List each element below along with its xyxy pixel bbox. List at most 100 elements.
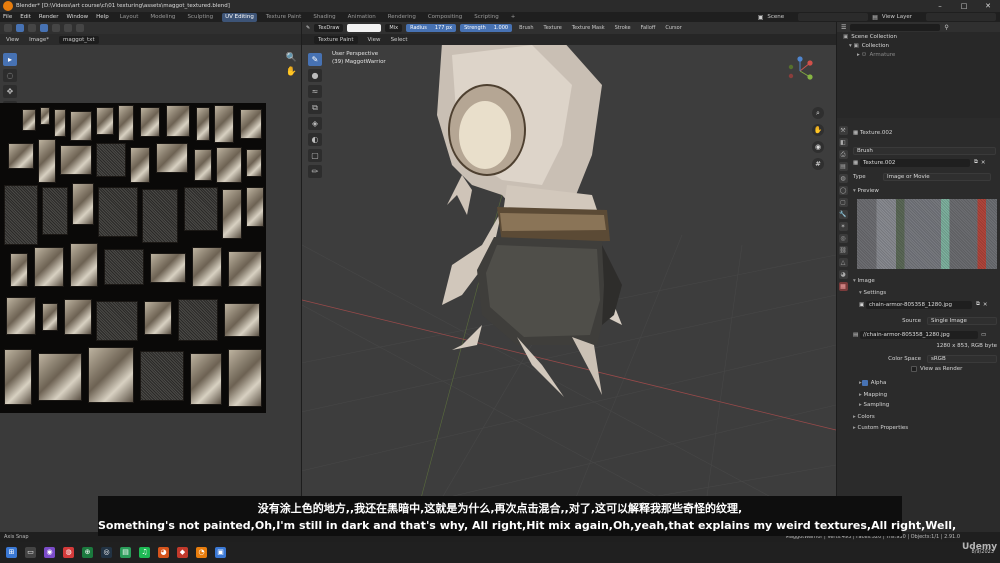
folder-icon[interactable]: ▭: [981, 332, 986, 338]
render-tab-icon[interactable]: ◧: [838, 138, 848, 147]
particles-tab-icon[interactable]: ✶: [838, 222, 848, 231]
texture-user-dropdown[interactable]: Brush: [853, 146, 996, 155]
colors-section-header[interactable]: Colors: [853, 412, 997, 421]
edge-select-icon[interactable]: [52, 24, 60, 32]
app-icon-5[interactable]: ◆: [177, 547, 188, 558]
outliner-search-field[interactable]: [850, 23, 941, 31]
viewport-view-menu[interactable]: View: [368, 37, 381, 43]
stroke-menu[interactable]: Stroke: [612, 24, 634, 32]
workspace-tab-sculpting[interactable]: Sculpting: [184, 13, 216, 22]
output-tab-icon[interactable]: ⎙: [838, 150, 848, 159]
zoom-icon-viewport[interactable]: ⌕: [812, 107, 824, 119]
scene-selector[interactable]: Scene: [767, 14, 784, 20]
app-icon-1[interactable]: ◉: [44, 547, 55, 558]
app-icon-2[interactable]: ◍: [63, 547, 74, 558]
sampling-section-header[interactable]: Sampling: [853, 400, 997, 409]
mode-dropdown[interactable]: Texture Paint: [314, 35, 358, 44]
physics-tab-icon[interactable]: ◎: [838, 234, 848, 243]
image-name-field[interactable]: chain-armor-805358_1280.jpg: [865, 300, 972, 309]
camera-icon[interactable]: ◉: [812, 141, 824, 153]
workspace-tab-uv-editing[interactable]: UV Editing: [222, 12, 257, 22]
fill-tool-icon[interactable]: ◈: [308, 117, 322, 130]
pan-icon-viewport[interactable]: ✋: [812, 124, 824, 136]
texture-mask-menu[interactable]: Texture Mask: [569, 24, 608, 32]
image-name-field[interactable]: maggot_txt: [59, 35, 99, 44]
move-tool-icon[interactable]: ✥: [3, 85, 17, 98]
box-select-tool-icon[interactable]: ▢: [308, 149, 322, 162]
cursor-menu[interactable]: Cursor: [662, 24, 684, 32]
outliner-row-armature[interactable]: ▸ ⚇ Armature: [837, 50, 1000, 59]
soften-tool-icon[interactable]: ●: [308, 69, 322, 82]
workspace-tab-compositing[interactable]: Compositing: [425, 13, 465, 22]
object-tab-icon[interactable]: ▢: [838, 198, 848, 207]
texture-menu[interactable]: Texture: [541, 24, 565, 32]
view-as-render-row[interactable]: View as Render: [853, 364, 997, 373]
menu-file[interactable]: File: [3, 14, 12, 20]
grid-toggle-icon[interactable]: #: [812, 158, 824, 170]
workspace-tab-modeling[interactable]: Modeling: [147, 13, 178, 22]
select-tool-icon[interactable]: [16, 24, 24, 32]
image-browse-icon[interactable]: ▣: [859, 302, 866, 308]
firefox-icon[interactable]: ◕: [158, 547, 169, 558]
brush-menu[interactable]: Brush: [516, 24, 536, 32]
navigation-gizmo[interactable]: [788, 56, 813, 80]
outliner-type-icon[interactable]: ☰: [841, 24, 846, 31]
uv-sync-icon[interactable]: [28, 24, 36, 32]
view-layer-field[interactable]: [926, 13, 996, 21]
alpha-section-header[interactable]: Alpha: [853, 378, 997, 387]
vertex-select-icon[interactable]: [40, 24, 48, 32]
menu-help[interactable]: Help: [96, 14, 109, 20]
menu-edit[interactable]: Edit: [20, 14, 31, 20]
radius-slider[interactable]: Radius 177 px: [406, 24, 457, 32]
tool-tab-icon[interactable]: ⚒: [838, 126, 848, 135]
color-swatch[interactable]: [347, 24, 382, 32]
clone-tool-icon[interactable]: ⧉: [308, 101, 322, 114]
uv-image-menu[interactable]: Image*: [29, 37, 49, 43]
file-explorer-icon[interactable]: ▭: [25, 547, 36, 558]
image-path-field[interactable]: //chain-armor-805358_1280.jpg: [859, 330, 978, 339]
outliner-row-scene-collection[interactable]: ▣ Scene Collection: [837, 32, 1000, 41]
blend-mode-dropdown[interactable]: Mix: [385, 24, 403, 32]
source-dropdown[interactable]: Single Image: [927, 316, 997, 325]
strength-slider[interactable]: Strength 1.000: [460, 24, 513, 32]
scene-tab-icon[interactable]: ◍: [838, 174, 848, 183]
menu-render[interactable]: Render: [39, 14, 59, 20]
outliner-row-collection[interactable]: ▾ ▣ Collection: [837, 41, 1000, 50]
workspace-tab-texture-paint[interactable]: Texture Paint: [263, 13, 305, 22]
app-icon-4[interactable]: ▤: [120, 547, 131, 558]
data-tab-icon[interactable]: △: [838, 258, 848, 267]
app-icon-3[interactable]: ⊕: [82, 547, 93, 558]
type-dropdown[interactable]: Image or Movie: [883, 172, 991, 181]
material-tab-icon[interactable]: ◕: [838, 270, 848, 279]
new-texture-icon[interactable]: ⧉: [974, 159, 978, 166]
texture-browse-icon[interactable]: ▦: [853, 160, 860, 166]
zoom-icon[interactable]: 🔍: [286, 53, 297, 63]
image-section-header[interactable]: Image: [853, 276, 997, 285]
blender-taskbar-icon[interactable]: ◔: [196, 547, 207, 558]
minimize-icon[interactable]: –: [928, 2, 952, 10]
island-select-icon[interactable]: [76, 24, 84, 32]
view-layer-selector[interactable]: View Layer: [882, 14, 912, 20]
app-icon-6[interactable]: ▣: [215, 547, 226, 558]
view-layer-tab-icon[interactable]: ▤: [838, 162, 848, 171]
uv-view-menu[interactable]: View: [6, 37, 19, 43]
windows-start-icon[interactable]: ⊞: [6, 547, 17, 558]
preview-section-header[interactable]: Preview: [853, 186, 997, 195]
unlink-texture-icon[interactable]: ✕: [981, 160, 986, 166]
mapping-section-header[interactable]: Mapping: [853, 390, 997, 399]
settings-section-header[interactable]: Settings: [853, 288, 997, 297]
workspace-tab-shading[interactable]: Shading: [310, 13, 338, 22]
spotify-icon[interactable]: ♫: [139, 547, 150, 558]
texture-name-field[interactable]: Texture.002: [859, 158, 970, 167]
cursor-tool-icon[interactable]: ▸: [3, 53, 17, 66]
editor-type-icon[interactable]: [4, 24, 12, 32]
constraints-tab-icon[interactable]: ⛓: [838, 246, 848, 255]
smear-tool-icon[interactable]: ≈: [308, 85, 322, 98]
mask-tool-icon[interactable]: ◐: [308, 133, 322, 146]
scene-field[interactable]: [798, 13, 869, 21]
uv-editor-canvas[interactable]: ▸ ◌ ✥ ↻ ◰ ⊡ ✎ ⌇ 🔍 ✋: [0, 45, 301, 532]
add-workspace-button[interactable]: +: [508, 13, 519, 22]
image-new-icon[interactable]: ⧉: [976, 301, 980, 308]
steam-icon[interactable]: ◎: [101, 547, 112, 558]
3d-viewport[interactable]: User Perspective (39) MaggotWarrior ✎ ● …: [302, 45, 836, 532]
